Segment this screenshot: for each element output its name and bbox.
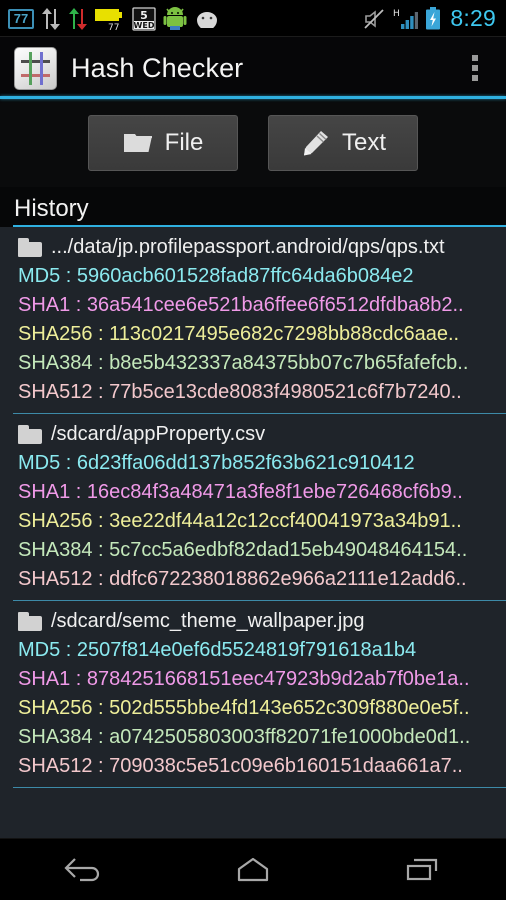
history-hash-row: SHA1 : 8784251668151eec47923b9d2ab7f0be1… — [18, 668, 470, 690]
hash-app-icon — [14, 46, 57, 90]
history-hash-row: SHA1 : 16ec84f3a48471a3fe8f1ebe726468cf6… — [18, 481, 463, 503]
navigation-bar — [0, 838, 506, 900]
history-item[interactable]: /sdcard/semc_theme_wallpaper.jpg MD5 : 25… — [0, 601, 506, 788]
calendar-day-label: WED — [134, 21, 155, 30]
calendar-date-icon: 5 WED — [132, 6, 156, 31]
recents-icon — [406, 858, 437, 881]
battery-charging-icon — [426, 6, 441, 29]
app-title: Hash Checker — [71, 52, 244, 83]
history-section: History .../data/jp.profilepassport.andr… — [0, 187, 506, 838]
pencil-icon — [303, 131, 328, 156]
app-root: 77 77 5 WED H 8:29 Hash Checker File Tex… — [0, 0, 506, 900]
data-updown-arrows-icon — [69, 7, 87, 30]
history-file-path: .../data/jp.profilepassport.android/qps/… — [51, 236, 445, 258]
history-title: History — [0, 187, 506, 227]
history-hash-row: SHA256 : 502d555bbe4fd143e652c309f880e0e… — [18, 697, 470, 719]
file-button-label: File — [164, 129, 204, 156]
file-button[interactable]: File — [88, 115, 238, 171]
signal-bars-icon: H — [393, 9, 419, 29]
history-hash-row: SHA384 : 5c7cc5a6edbf82dad15eb4904846415… — [18, 539, 468, 561]
text-button[interactable]: Text — [268, 115, 418, 171]
overflow-menu-icon[interactable] — [458, 45, 492, 91]
history-file-row: /sdcard/semc_theme_wallpaper.jpg — [0, 607, 506, 636]
battery-percent-widget-icon: 77 — [95, 8, 122, 31]
data-transfer-icon — [42, 7, 60, 30]
history-hash-row: SHA512 : 77b5ce13cde8083f4980521c6f7b724… — [18, 381, 462, 403]
history-file-path: /sdcard/semc_theme_wallpaper.jpg — [51, 610, 365, 632]
history-file-row: .../data/jp.profilepassport.android/qps/… — [0, 233, 506, 262]
history-hash-row: SHA384 : a0742505803003ff82071fe1000bde0… — [18, 726, 471, 748]
folder-icon — [18, 425, 42, 444]
history-hash-row: MD5 : 5960acb601528fad87ffc64da6b084e2 — [18, 265, 414, 287]
history-item[interactable]: .../data/jp.profilepassport.android/qps/… — [0, 227, 506, 414]
history-hash-row: SHA256 : 113c0217495e682c7298bb88cdc6aae… — [18, 323, 460, 345]
folder-icon — [18, 612, 42, 631]
history-hash-row: MD5 : 2507f814e0ef6d5524819f791618a1b4 — [18, 639, 417, 661]
folder-icon — [18, 238, 42, 257]
battery-percent-label: 77 — [108, 23, 119, 31]
history-hash-row: SHA512 : ddfc672238018862e966a2111e12add… — [18, 568, 467, 590]
android-robot-icon — [163, 6, 187, 30]
status-bar: 77 77 5 WED H 8:29 — [0, 0, 506, 37]
home-icon — [237, 857, 269, 882]
history-hash-row: SHA256 : 3ee22df44a12c12ccf40041973a34b9… — [18, 510, 462, 532]
network-speed-badge-icon: 77 — [8, 8, 34, 29]
status-bar-left-icons: 77 77 5 WED — [8, 6, 220, 31]
history-hash-row: SHA384 : b8e5b432337a84375bb07c7b65fafef… — [18, 352, 469, 374]
status-bar-right-icons: H 8:29 — [363, 5, 496, 32]
history-list[interactable]: .../data/jp.profilepassport.android/qps/… — [0, 227, 506, 838]
history-file-row: /sdcard/appProperty.csv — [0, 420, 506, 449]
android-face-icon — [197, 11, 217, 28]
history-item[interactable]: /sdcard/appProperty.csv MD5 : 6d23ffa06dd… — [0, 414, 506, 601]
folder-icon — [123, 134, 152, 152]
history-file-path: /sdcard/appProperty.csv — [51, 423, 266, 445]
home-button[interactable] — [208, 843, 298, 895]
back-icon — [64, 858, 100, 882]
history-hash-row: MD5 : 6d23ffa06dd137b852f63b621c910412 — [18, 452, 415, 474]
action-bar: Hash Checker — [0, 37, 506, 99]
signal-type-label: H — [393, 9, 400, 19]
mute-icon — [364, 8, 385, 29]
text-button-label: Text — [341, 129, 386, 156]
history-hash-row: SHA512 : 709038c5e51c09e6b160151daa661a7… — [18, 755, 463, 777]
history-hash-row: SHA1 : 36a541cee6e521ba6ffee6f6512dfdba8… — [18, 294, 464, 316]
status-bar-clock: 8:29 — [450, 5, 496, 31]
recents-button[interactable] — [377, 843, 467, 895]
action-button-row: File Text — [0, 99, 506, 187]
back-button[interactable] — [39, 843, 129, 895]
